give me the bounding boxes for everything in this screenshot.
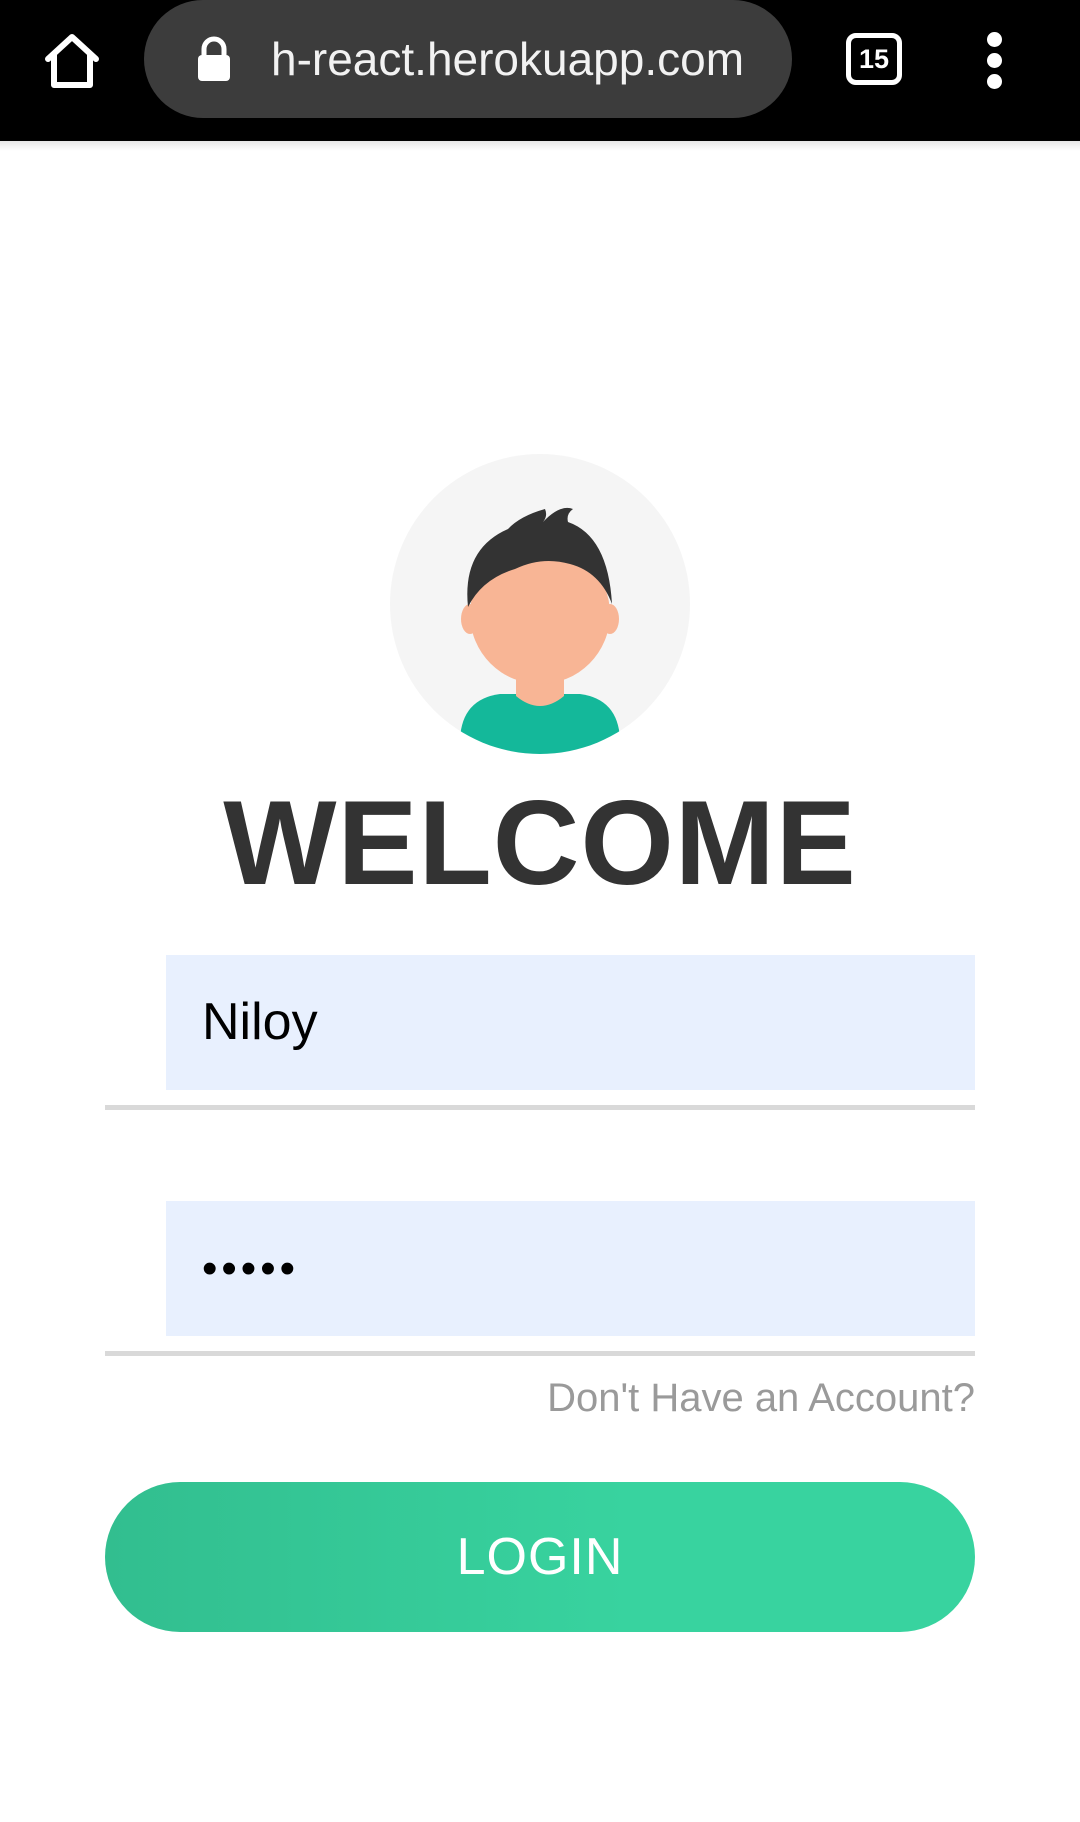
username-input[interactable]: Niloy — [166, 955, 975, 1090]
password-input[interactable]: ••••• — [166, 1201, 975, 1336]
url-text: h-react.herokuapp.com — [271, 33, 745, 85]
browser-toolbar: h-react.herokuapp.com 15 — [0, 0, 1080, 141]
user-avatar-icon — [390, 454, 690, 754]
password-underline — [105, 1351, 975, 1356]
welcome-title: WELCOME — [223, 776, 857, 910]
login-page: h-react.herokuapp.com 15 WELCOME Niloy •… — [0, 0, 1080, 1822]
username-underline — [105, 1105, 975, 1110]
tab-count: 15 — [858, 44, 890, 74]
more-options-button[interactable] — [975, 30, 1015, 90]
toolbar-shadow — [0, 141, 1080, 151]
more-vert-dot — [987, 74, 1002, 89]
lock-icon — [198, 36, 230, 81]
home-button[interactable] — [36, 25, 108, 97]
home-icon — [45, 34, 99, 88]
signup-link[interactable]: Don't Have an Account? — [547, 1376, 975, 1421]
more-vert-icon — [987, 32, 1002, 47]
tab-switcher-button[interactable]: 15 — [846, 33, 902, 85]
more-vert-dot — [987, 53, 1002, 68]
login-button[interactable]: LOGIN — [105, 1482, 975, 1632]
address-bar[interactable]: h-react.herokuapp.com — [144, 0, 792, 118]
